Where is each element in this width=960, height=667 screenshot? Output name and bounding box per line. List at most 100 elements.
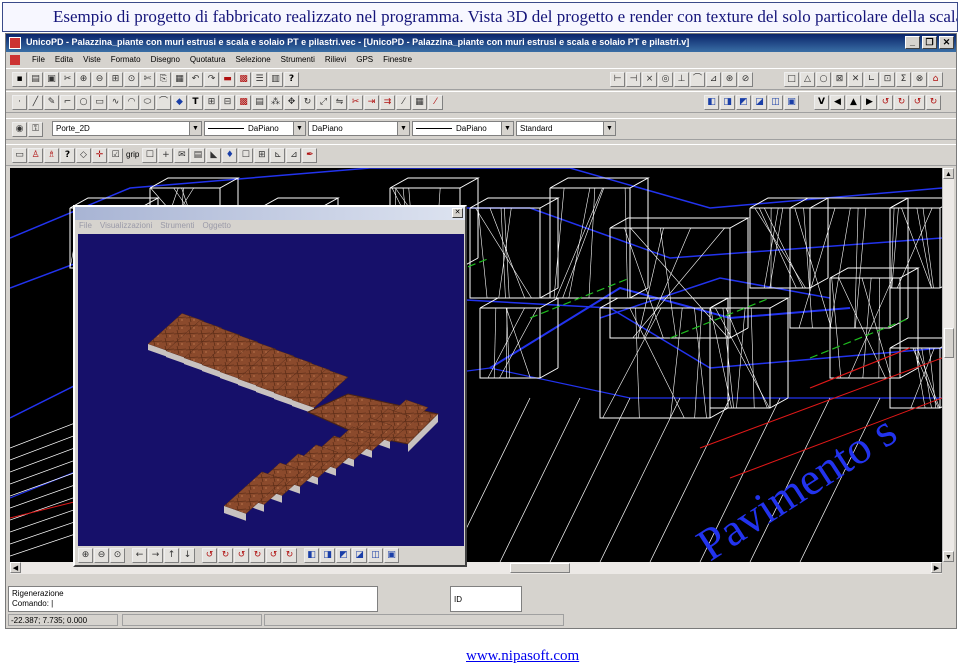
- scroll-right-icon[interactable]: ▶: [931, 562, 942, 573]
- polar-icon[interactable]: ⊿: [286, 148, 302, 163]
- diamond-icon[interactable]: ◇: [76, 148, 91, 163]
- grip-checkbox-2[interactable]: ☐: [142, 148, 158, 163]
- grid-array-icon[interactable]: ▦: [412, 95, 427, 110]
- redo-icon[interactable]: ↷: [204, 72, 219, 87]
- print-icon[interactable]: ▤: [28, 72, 43, 87]
- render-menu-visualizzazioni[interactable]: Visualizzazioni: [100, 221, 152, 231]
- circle-draw-icon[interactable]: ○: [76, 95, 91, 110]
- arrow-right-icon[interactable]: ▶: [862, 95, 877, 110]
- view-top-icon[interactable]: ◫: [768, 95, 783, 110]
- point-icon[interactable]: ·: [12, 95, 27, 110]
- menu-disegno[interactable]: Disegno: [151, 55, 180, 67]
- array-icon[interactable]: ⁂: [268, 95, 283, 110]
- preview-icon[interactable]: ▣: [44, 72, 59, 87]
- ortho-icon[interactable]: ⊾: [270, 148, 286, 163]
- offset-icon[interactable]: ⇉: [380, 95, 395, 110]
- pencil-icon[interactable]: ✎: [44, 95, 59, 110]
- block-icon[interactable]: ▥: [268, 72, 283, 87]
- plus-icon[interactable]: +: [158, 148, 174, 163]
- menu-rilievi[interactable]: Rilievi: [325, 55, 346, 67]
- view-front-icon[interactable]: ◧: [704, 95, 719, 110]
- view-front-icon[interactable]: ◧: [304, 548, 319, 563]
- view-bottom-icon[interactable]: ▣: [384, 548, 399, 563]
- sum-icon[interactable]: Σ: [896, 72, 911, 87]
- grid-icon[interactable]: ⊠: [832, 72, 847, 87]
- zoom-in-icon[interactable]: ⊕: [78, 548, 93, 563]
- rotate-y-back-icon[interactable]: ↺: [266, 548, 281, 563]
- person-icon[interactable]: ♙: [28, 148, 43, 163]
- vertical-scroll-thumb[interactable]: [944, 328, 954, 358]
- cross-icon[interactable]: ✕: [848, 72, 863, 87]
- cut-icon[interactable]: ✂: [60, 72, 75, 87]
- trim-icon[interactable]: ✂: [348, 95, 363, 110]
- pan-left-icon[interactable]: ←: [132, 548, 147, 563]
- check-icon[interactable]: V: [814, 95, 829, 110]
- hatch-icon[interactable]: ▩: [236, 72, 251, 87]
- snap-tan-icon[interactable]: ⌒: [690, 72, 705, 87]
- rotate-icon[interactable]: ↻: [300, 95, 315, 110]
- zoom-all-icon[interactable]: ⊙: [124, 72, 139, 87]
- style-select[interactable]: Standard ▼: [516, 121, 616, 136]
- command-line[interactable]: Rigenerazione Comando: |: [8, 586, 378, 612]
- folder-icon[interactable]: ▭: [12, 148, 27, 163]
- scroll-left-icon[interactable]: ◀: [10, 562, 21, 573]
- menu-formato[interactable]: Formato: [111, 55, 141, 67]
- lineweight-select[interactable]: DaPiano ▼: [412, 121, 514, 136]
- fill-icon[interactable]: ◆: [172, 95, 187, 110]
- layer-select[interactable]: Porte_2D ▼: [52, 121, 202, 136]
- angle-icon[interactable]: ∟: [864, 72, 879, 87]
- rectangle-icon[interactable]: ▭: [92, 95, 107, 110]
- render-menu-oggetto[interactable]: Oggetto: [202, 221, 230, 231]
- polyline-icon[interactable]: ⌐: [60, 95, 75, 110]
- layer-icon[interactable]: ▬: [220, 72, 235, 87]
- view-top-icon[interactable]: ◫: [368, 548, 383, 563]
- snap-mid-icon[interactable]: ⊣: [626, 72, 641, 87]
- grid-toggle-icon[interactable]: ⊞: [254, 148, 270, 163]
- house-icon[interactable]: ⌂: [928, 72, 943, 87]
- window-title-bar[interactable]: UnicoPD - Palazzina_piante con muri estr…: [6, 34, 956, 52]
- render-canvas[interactable]: [78, 234, 464, 546]
- dimension-icon[interactable]: ⊟: [220, 95, 235, 110]
- menu-gps[interactable]: GPS: [356, 55, 373, 67]
- pen-icon[interactable]: ✒: [302, 148, 318, 163]
- minimize-button[interactable]: _: [905, 36, 920, 49]
- arrow-up-icon[interactable]: ▲: [846, 95, 861, 110]
- arc-icon[interactable]: ◠: [124, 95, 139, 110]
- render-window-title-bar[interactable]: ✕: [75, 207, 465, 220]
- explode-icon[interactable]: ⁄: [428, 95, 443, 110]
- undo-icon[interactable]: ↶: [188, 72, 203, 87]
- mirror-icon[interactable]: ⇋: [332, 95, 347, 110]
- insert-icon[interactable]: ⊞: [204, 95, 219, 110]
- menu-strumenti[interactable]: Strumenti: [281, 55, 315, 67]
- snap-node-icon[interactable]: ⊛: [722, 72, 737, 87]
- orbit-up-icon[interactable]: ↺: [910, 95, 925, 110]
- hatch-draw-icon[interactable]: ▩: [236, 95, 251, 110]
- arrow-left-icon[interactable]: ◀: [830, 95, 845, 110]
- crosshair-icon[interactable]: ✛: [92, 148, 107, 163]
- table-icon[interactable]: ▤: [252, 95, 267, 110]
- save-icon[interactable]: ▪: [12, 72, 27, 87]
- rotate-x-back-icon[interactable]: ↻: [250, 548, 265, 563]
- snap-perp-icon[interactable]: ⊥: [674, 72, 689, 87]
- pan-right-icon[interactable]: →: [148, 548, 163, 563]
- restore-button[interactable]: ❐: [922, 36, 937, 49]
- zoom-out-icon[interactable]: ⊖: [92, 72, 107, 87]
- view-right-icon[interactable]: ◪: [352, 548, 367, 563]
- view-right-icon[interactable]: ◪: [752, 95, 767, 110]
- text-icon[interactable]: T: [188, 95, 203, 110]
- pan-down-icon[interactable]: ↓: [180, 548, 195, 563]
- circle-icon[interactable]: ○: [816, 72, 831, 87]
- move-icon[interactable]: ✥: [284, 95, 299, 110]
- mail-icon[interactable]: ✉: [174, 148, 190, 163]
- menu-viste[interactable]: Viste: [83, 55, 101, 67]
- help-icon[interactable]: ?: [284, 72, 299, 87]
- grip-checkbox[interactable]: ☑: [108, 148, 123, 163]
- checkbox-icon[interactable]: ☐: [238, 148, 254, 163]
- zoom-extents-icon[interactable]: ⊙: [110, 548, 125, 563]
- orbit-right-icon[interactable]: ↻: [894, 95, 909, 110]
- break-icon[interactable]: ⁄: [396, 95, 411, 110]
- cancel-icon[interactable]: ⊗: [912, 72, 927, 87]
- rotate-z-icon[interactable]: ↺: [234, 548, 249, 563]
- horizontal-scroll-thumb[interactable]: [510, 563, 570, 573]
- extend-icon[interactable]: ⇥: [364, 95, 379, 110]
